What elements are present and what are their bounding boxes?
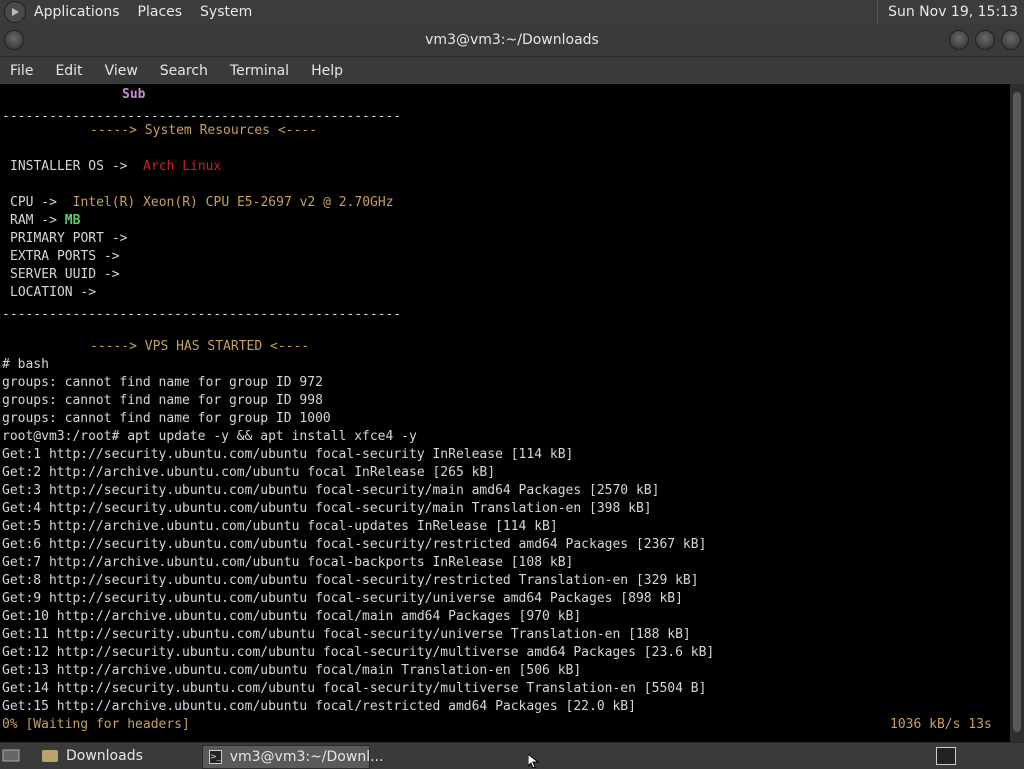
terminal-line: Get:13 http://archive.ubuntu.com/ubuntu … bbox=[2, 663, 582, 678]
terminal-line: Get:9 http://security.ubuntu.com/ubuntu … bbox=[2, 591, 683, 606]
menu-terminal[interactable]: Terminal bbox=[230, 63, 289, 79]
installer-os-label: INSTALLER OS -> bbox=[10, 159, 128, 174]
taskbar-terminal-label: vm3@vm3:~/Downl... bbox=[229, 749, 384, 765]
location-line: LOCATION -> bbox=[10, 285, 97, 300]
workspace-switcher[interactable] bbox=[936, 745, 960, 767]
server-uuid-line: SERVER UUID -> bbox=[10, 267, 120, 282]
mouse-cursor-icon bbox=[528, 754, 540, 768]
vps-started-heading: -----> VPS HAS STARTED <---- bbox=[90, 339, 310, 354]
cpu-label: CPU -> bbox=[10, 195, 57, 210]
cpu-line: CPU -> Intel(R) Xeon(R) CPU E5-2697 v2 @… bbox=[10, 194, 394, 212]
terminal-line: Get:15 http://archive.ubuntu.com/ubuntu … bbox=[2, 699, 636, 714]
terminal-output[interactable]: Sub ------------------------------------… bbox=[0, 84, 1010, 742]
ram-line: RAM -> MB bbox=[10, 212, 80, 230]
menu-edit[interactable]: Edit bbox=[55, 63, 82, 79]
system-resources-heading: -----> System Resources <---- bbox=[90, 123, 317, 138]
folder-icon bbox=[42, 750, 58, 762]
terminal-line: Get:1 http://security.ubuntu.com/ubuntu … bbox=[2, 447, 574, 462]
terminal-line: groups: cannot find name for group ID 10… bbox=[2, 411, 331, 426]
separator-bottom: ----------------------------------------… bbox=[2, 307, 402, 322]
menu-view[interactable]: View bbox=[105, 63, 138, 79]
taskbar-terminal[interactable]: >_ vm3@vm3:~/Downl... bbox=[202, 745, 383, 769]
menu-applications[interactable]: Applications bbox=[34, 4, 120, 20]
terminal-line: Get:11 http://security.ubuntu.com/ubuntu… bbox=[2, 627, 691, 642]
installer-os-value: Arch Linux bbox=[143, 159, 222, 174]
terminal-line: Get:4 http://security.ubuntu.com/ubuntu … bbox=[2, 501, 652, 516]
terminal-line: Get:14 http://security.ubuntu.com/ubuntu… bbox=[2, 681, 707, 696]
terminal-line: # bash bbox=[2, 357, 49, 372]
scrollbar-thumb[interactable] bbox=[1013, 92, 1021, 732]
terminal-command-line: root@vm3:/root# apt update -y && apt ins… bbox=[2, 429, 417, 444]
taskbar-downloads[interactable]: Downloads bbox=[36, 745, 196, 767]
close-icon[interactable] bbox=[1001, 30, 1021, 50]
sub-label: Sub bbox=[122, 87, 146, 102]
terminal-line: Get:10 http://archive.ubuntu.com/ubuntu … bbox=[2, 609, 582, 624]
terminal-line: Get:5 http://archive.ubuntu.com/ubuntu f… bbox=[2, 519, 558, 534]
top-panel: Applications Places System Sun Nov 19, 1… bbox=[0, 0, 1024, 24]
workspace-icon bbox=[936, 747, 956, 765]
terminal-line: Get:6 http://security.ubuntu.com/ubuntu … bbox=[2, 537, 707, 552]
terminal-line: groups: cannot find name for group ID 97… bbox=[2, 375, 323, 390]
applications-icon[interactable] bbox=[4, 1, 26, 23]
maximize-icon[interactable] bbox=[975, 30, 995, 50]
ram-label: RAM -> bbox=[10, 213, 57, 228]
terminal-icon: >_ bbox=[209, 750, 222, 764]
terminal-line: Get:3 http://security.ubuntu.com/ubuntu … bbox=[2, 483, 660, 498]
minimize-icon[interactable] bbox=[949, 30, 969, 50]
show-desktop-icon[interactable] bbox=[2, 745, 22, 767]
clock[interactable]: Sun Nov 19, 15:13 bbox=[877, 0, 1018, 24]
terminal-line: Get:2 http://archive.ubuntu.com/ubuntu f… bbox=[2, 465, 496, 480]
extra-ports-line: EXTRA PORTS -> bbox=[10, 249, 120, 264]
menu-help[interactable]: Help bbox=[311, 63, 343, 79]
window-title: vm3@vm3:~/Downloads bbox=[425, 32, 599, 48]
terminal-line: Get:12 http://security.ubuntu.com/ubuntu… bbox=[2, 645, 715, 660]
cpu-value: Intel(R) Xeon(R) CPU E5-2697 v2 @ 2.70GH… bbox=[72, 195, 394, 210]
menu-file[interactable]: File bbox=[10, 63, 33, 79]
menu-search[interactable]: Search bbox=[160, 63, 208, 79]
terminal-line: Get:7 http://archive.ubuntu.com/ubuntu f… bbox=[2, 555, 574, 570]
apt-speed: 1036 kB/s 13s bbox=[890, 717, 992, 732]
terminal-menubar: File Edit View Search Terminal Help bbox=[0, 57, 1024, 84]
primary-port-line: PRIMARY PORT -> bbox=[10, 231, 128, 246]
taskbar-downloads-label: Downloads bbox=[66, 748, 143, 764]
window-titlebar[interactable]: vm3@vm3:~/Downloads bbox=[0, 24, 1024, 57]
terminal-line: Get:8 http://security.ubuntu.com/ubuntu … bbox=[2, 573, 699, 588]
installer-os-line: INSTALLER OS -> Arch Linux bbox=[10, 158, 221, 176]
apt-status: 0% [Waiting for headers] bbox=[2, 717, 190, 732]
terminal-scrollbar[interactable] bbox=[1010, 84, 1024, 742]
terminal-line: groups: cannot find name for group ID 99… bbox=[2, 393, 323, 408]
ram-value: MB bbox=[64, 213, 81, 228]
bottom-panel: Downloads >_ vm3@vm3:~/Downl... bbox=[0, 742, 1024, 769]
menu-places[interactable]: Places bbox=[138, 4, 183, 20]
menu-system[interactable]: System bbox=[200, 4, 252, 20]
top-panel-menus: Applications Places System bbox=[4, 0, 270, 24]
